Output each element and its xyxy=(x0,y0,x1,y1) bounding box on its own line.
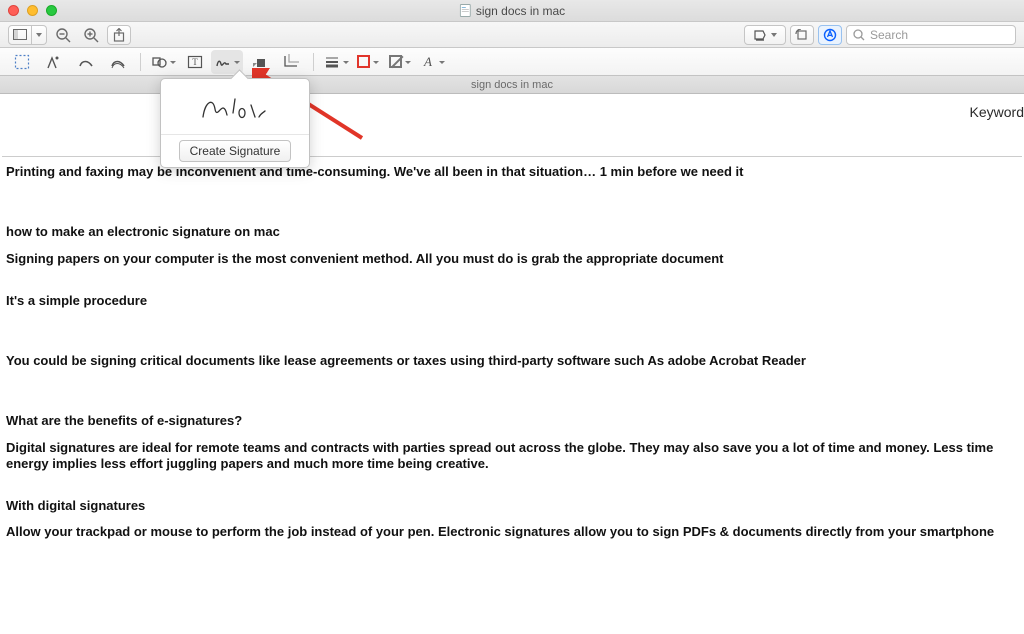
search-icon xyxy=(853,29,865,41)
share-button[interactable] xyxy=(107,25,131,45)
sidebar-dropdown-button[interactable] xyxy=(32,25,47,45)
crop-tool-button[interactable] xyxy=(275,50,307,74)
heading: With digital signatures xyxy=(6,498,1018,514)
titlebar: sign docs in mac xyxy=(0,0,1024,22)
text-tool-button[interactable]: T xyxy=(179,50,211,74)
zoom-in-button[interactable] xyxy=(79,25,103,45)
search-input[interactable]: Search xyxy=(846,25,1016,45)
window-controls xyxy=(8,5,57,16)
keyword-label: Keyword xyxy=(970,104,1024,120)
separator xyxy=(140,53,141,71)
selection-tool-button[interactable] xyxy=(6,50,38,74)
paragraph: Digital signatures are ideal for remote … xyxy=(6,440,1018,473)
close-icon[interactable] xyxy=(8,5,19,16)
border-color-button[interactable] xyxy=(352,50,384,74)
minimize-icon[interactable] xyxy=(27,5,38,16)
signature-preview[interactable] xyxy=(161,79,309,135)
markup-toolbar: T A xyxy=(0,48,1024,76)
paragraph: You could be signing critical documents … xyxy=(6,353,1018,369)
paragraph: Printing and faxing may be inconvenient … xyxy=(6,164,1018,180)
document-content: Keyword Printing and faxing may be incon… xyxy=(0,94,1024,634)
sidebar-toggle-button[interactable] xyxy=(8,25,32,45)
fill-color-button[interactable] xyxy=(384,50,416,74)
create-signature-button[interactable]: Create Signature xyxy=(179,140,292,162)
draw-tool-button[interactable] xyxy=(70,50,102,74)
text-style-button[interactable]: A xyxy=(416,50,448,74)
document-icon xyxy=(459,4,471,18)
line-style-button[interactable] xyxy=(320,50,352,74)
note-tool-button[interactable] xyxy=(243,50,275,74)
separator xyxy=(313,53,314,71)
zoom-out-button[interactable] xyxy=(51,25,75,45)
document-tab-bar: sign docs in mac xyxy=(0,76,1024,94)
instant-alpha-button[interactable] xyxy=(38,50,70,74)
maximize-icon[interactable] xyxy=(46,5,57,16)
window-title: sign docs in mac xyxy=(459,4,565,18)
highlight-button[interactable] xyxy=(744,25,786,45)
rotate-button[interactable] xyxy=(790,25,814,45)
paragraph: Signing papers on your computer is the m… xyxy=(6,251,1018,267)
search-placeholder: Search xyxy=(870,28,908,42)
shapes-button[interactable] xyxy=(147,50,179,74)
sketch-tool-button[interactable] xyxy=(102,50,134,74)
main-toolbar: Search xyxy=(0,22,1024,48)
horizontal-rule xyxy=(2,156,1022,157)
markup-toggle-button[interactable] xyxy=(818,25,842,45)
svg-text:A: A xyxy=(423,54,432,69)
window-title-text: sign docs in mac xyxy=(476,4,565,18)
heading: What are the benefits of e-signatures? xyxy=(6,413,1018,429)
paragraph: Allow your trackpad or mouse to perform … xyxy=(6,524,1018,540)
heading: how to make an electronic signature on m… xyxy=(6,224,1018,240)
svg-text:T: T xyxy=(192,57,198,67)
document-tab-label[interactable]: sign docs in mac xyxy=(471,79,553,91)
paragraph: It's a simple procedure xyxy=(6,293,1018,309)
signature-popover: Create Signature xyxy=(160,78,310,168)
